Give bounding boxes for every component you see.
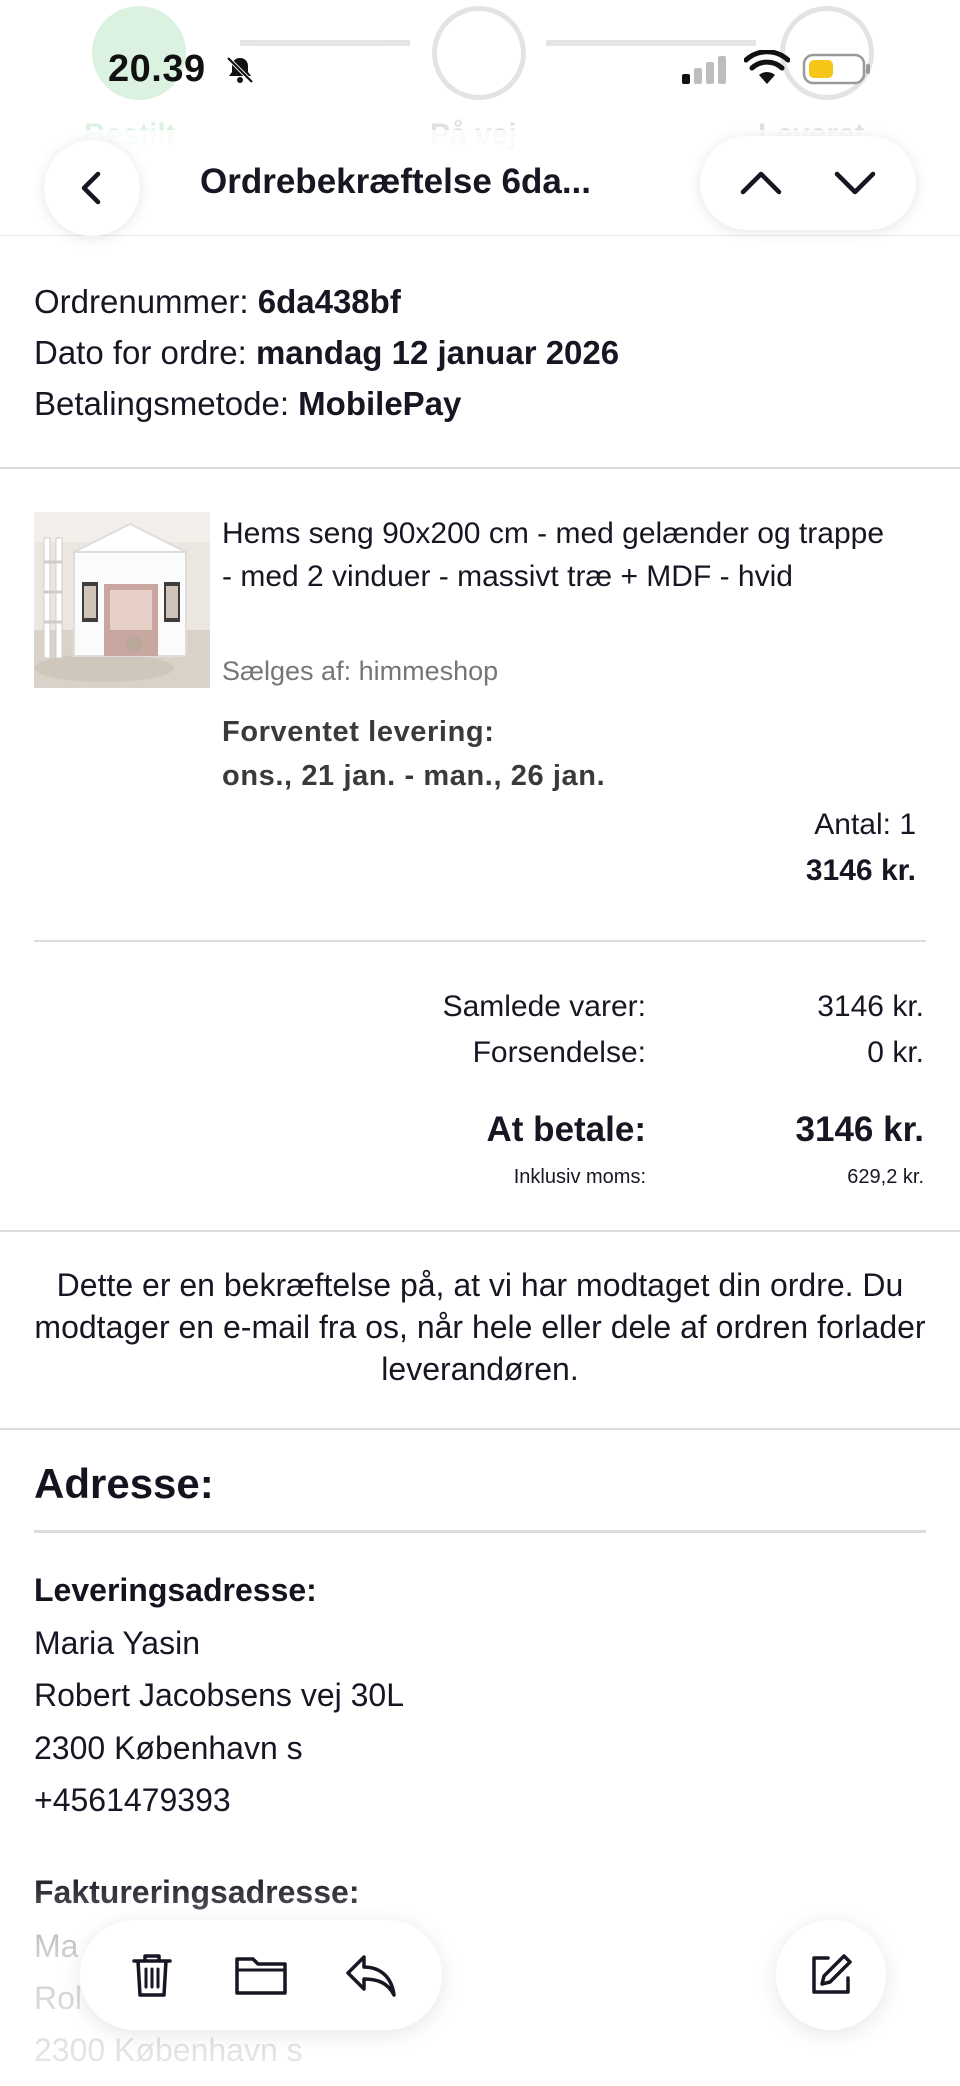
trash-icon: [132, 1954, 173, 1997]
billing-name: Ma: [34, 1928, 79, 1964]
confirmation-message: Dette er en bekræftelse på, at vi har mo…: [34, 1267, 926, 1387]
loft-bed-image: [34, 512, 210, 688]
billing-street: Rol: [34, 1980, 83, 2016]
billing-city: 2300 København s: [34, 2032, 303, 2068]
compose-icon: [812, 1954, 852, 1994]
product-image[interactable]: [34, 512, 210, 688]
payment-method-value: MobilePay: [298, 385, 462, 422]
status-time: 20.39: [108, 48, 206, 90]
delete-button[interactable]: [112, 1935, 192, 2015]
divider: [0, 467, 960, 469]
product-title[interactable]: Hems seng 90x200 cm - med gelænder og tr…: [222, 512, 902, 598]
payment-method-row: Betalingsmetode: MobilePay: [34, 378, 619, 429]
delivery-street: Robert Jacobsens vej 30L: [34, 1677, 404, 1713]
wifi-icon: [744, 50, 790, 84]
delivery-address-label: Leveringsadresse:: [34, 1572, 317, 1608]
bell-slash-icon: [226, 56, 254, 84]
total-due-value: 3146 kr.: [795, 1110, 924, 1149]
total-due-label: At betale:: [486, 1110, 646, 1149]
address-heading: Adresse:: [34, 1460, 214, 1507]
reply-icon: [345, 1955, 396, 1997]
product-quantity: Antal: 1: [814, 808, 916, 841]
subtotal-label: Samlede varer:: [442, 990, 646, 1023]
header-bar: Ordrebekræftelse 6da...: [0, 130, 960, 236]
delivery-phone: +4561479393: [34, 1782, 231, 1818]
expected-delivery: Forventet levering: ons., 21 jan. - man.…: [222, 710, 605, 798]
chevron-left-icon: [81, 171, 101, 205]
chevron-down-icon: [834, 171, 876, 195]
order-date-label: Dato for ordre:: [34, 334, 247, 371]
divider: [34, 1530, 926, 1533]
subtotal-value: 3146 kr.: [817, 990, 924, 1023]
payment-method-label: Betalingsmetode:: [34, 385, 289, 422]
reply-button[interactable]: [330, 1935, 410, 2015]
order-number-row: Ordrenummer: 6da438bf: [34, 276, 619, 327]
vat-value: 629,2 kr.: [847, 1166, 924, 1188]
delivery-name: Maria Yasin: [34, 1625, 200, 1661]
page-title: Ordrebekræftelse 6da...: [200, 162, 591, 201]
divider: [0, 1428, 960, 1430]
divider: [0, 1230, 960, 1232]
order-date-value: mandag 12 januar 2026: [255, 334, 620, 371]
expected-delivery-dates: ons., 21 jan. - man., 26 jan.: [222, 760, 606, 792]
delivery-city: 2300 København s: [34, 1730, 303, 1766]
product-seller: Sælges af: himmeshop: [222, 656, 499, 686]
folder-icon: [235, 1957, 287, 1995]
expected-delivery-label: Forventet levering:: [222, 716, 495, 748]
divider: [34, 940, 926, 942]
billing-address-label: Faktureringsadresse:: [34, 1874, 360, 1910]
next-message-button[interactable]: [815, 143, 895, 223]
status-bar: 20.39: [0, 0, 960, 130]
chevron-up-icon: [740, 171, 782, 195]
previous-message-button[interactable]: [721, 143, 801, 223]
order-number-value: 6da438bf: [257, 283, 401, 320]
order-info: Ordrenummer: 6da438bf Dato for ordre: ma…: [34, 276, 619, 429]
move-to-folder-button[interactable]: [221, 1935, 301, 2015]
vat-label: Inklusiv moms:: [513, 1166, 646, 1188]
shipping-value: 0 kr.: [867, 1036, 924, 1069]
battery-low-icon: [802, 53, 870, 85]
signal-icon: [682, 56, 726, 84]
compose-button[interactable]: [776, 1920, 886, 2030]
order-date-row: Dato for ordre: mandag 12 januar 2026: [34, 327, 619, 378]
message-nav-group: [700, 136, 916, 230]
shipping-label: Forsendelse:: [472, 1036, 646, 1069]
back-button[interactable]: [44, 140, 140, 236]
product-price: 3146 kr.: [805, 854, 916, 887]
order-number-label: Ordrenummer:: [34, 283, 249, 320]
bottom-toolbar: [80, 1920, 442, 2030]
